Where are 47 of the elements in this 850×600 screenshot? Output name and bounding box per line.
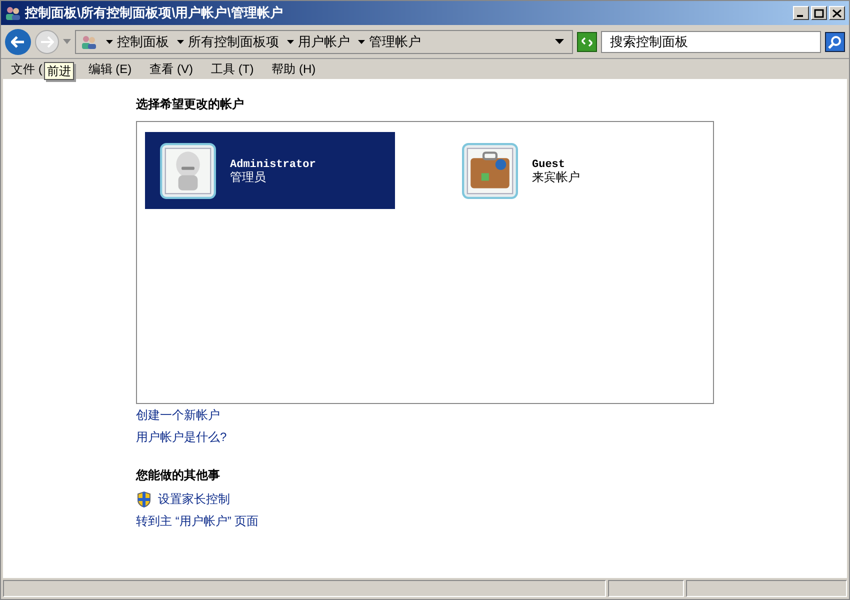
close-icon xyxy=(832,8,842,18)
account-type: 来宾帐户 xyxy=(532,170,580,182)
link[interactable]: 转到主 “用户帐户” 页面 xyxy=(136,512,259,530)
menu-item[interactable]: 工具 (T) xyxy=(211,60,254,78)
close-button[interactable] xyxy=(829,6,845,20)
address-bar[interactable]: 控制面板 所有控制面板项 用户帐户 管理帐户 xyxy=(75,30,573,54)
suitcase-avatar-icon xyxy=(462,142,518,198)
caret-icon[interactable] xyxy=(106,40,113,44)
users-icon xyxy=(80,34,98,50)
breadcrumb-item[interactable]: 用户帐户 xyxy=(298,32,350,52)
minimize-button[interactable] xyxy=(793,6,809,20)
forward-arrow-icon xyxy=(40,36,54,48)
search-button[interactable] xyxy=(825,32,845,52)
account-name: Administrator xyxy=(230,158,316,170)
link[interactable]: 创建一个新帐户 xyxy=(136,406,220,424)
breadcrumb-item[interactable]: 管理帐户 xyxy=(369,32,421,52)
account-name: Guest xyxy=(532,158,566,170)
shield-icon xyxy=(136,490,152,508)
maximize-button[interactable] xyxy=(811,6,827,20)
account-tile[interactable]: Administrator 管理员 xyxy=(145,132,395,209)
breadcrumb-item[interactable]: 控制面板 xyxy=(117,32,169,52)
back-arrow-icon xyxy=(11,36,25,48)
window-title: 控制面板\所有控制面板项\用户帐户\管理帐户 xyxy=(25,4,283,22)
back-button[interactable] xyxy=(5,28,31,54)
caret-icon[interactable] xyxy=(287,40,294,44)
minimize-icon xyxy=(797,15,803,17)
menu-item[interactable]: 文件 ( xyxy=(11,60,42,78)
link[interactable]: 设置家长控制 xyxy=(158,490,230,508)
link[interactable]: 用户帐户是什么? xyxy=(136,428,227,446)
caret-icon[interactable] xyxy=(358,40,365,44)
menu-item[interactable]: 编辑 (E) xyxy=(88,60,132,78)
menu-item[interactable]: 帮助 (H) xyxy=(272,60,316,78)
section-heading: 选择希望更改的帐户 xyxy=(136,96,245,113)
refresh-icon xyxy=(580,36,594,48)
menu-item[interactable]: 查看 (V) xyxy=(150,60,194,78)
search-icon xyxy=(828,34,842,48)
users-icon xyxy=(5,5,21,21)
robot-avatar-icon xyxy=(160,142,216,198)
breadcrumb-item[interactable]: 所有控制面板项 xyxy=(188,32,279,52)
dropdown-arrow-icon[interactable] xyxy=(555,39,564,44)
maximize-icon xyxy=(814,8,824,18)
section-heading: 您能做的其他事 xyxy=(136,467,221,484)
tooltip: 前进 xyxy=(44,62,74,80)
search-field[interactable]: 搜索控制面板 xyxy=(601,30,821,52)
account-type: 管理员 xyxy=(230,170,267,182)
caret-icon[interactable] xyxy=(177,40,184,44)
refresh-button[interactable] xyxy=(577,32,597,52)
